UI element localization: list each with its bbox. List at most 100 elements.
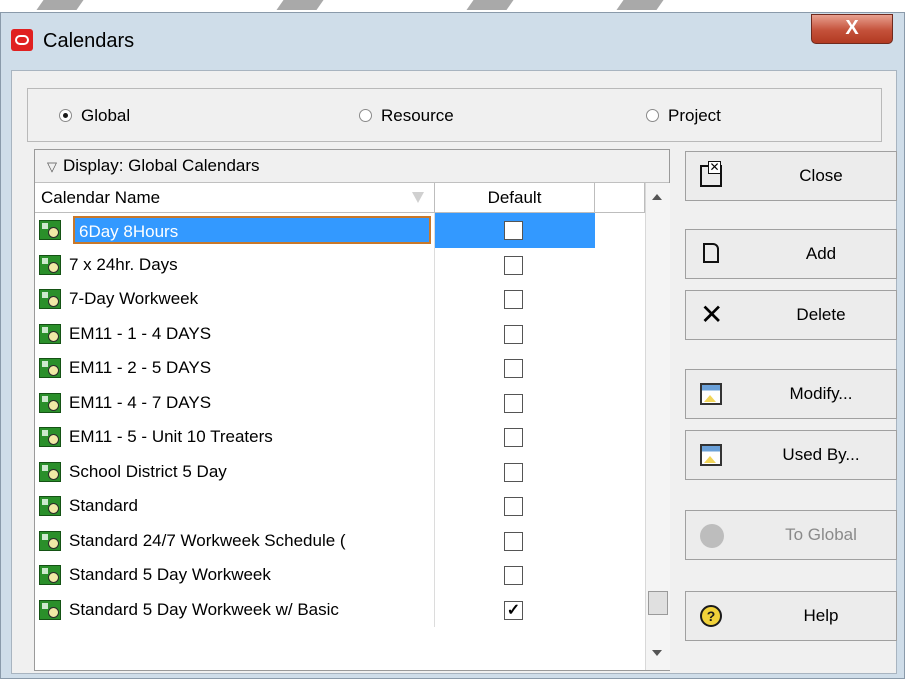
default-checkbox[interactable] xyxy=(504,359,523,378)
modify-button[interactable]: Modify... xyxy=(685,369,897,419)
calendar-edit-icon xyxy=(700,383,722,405)
table-row[interactable]: 7-Day Workweek xyxy=(35,282,645,317)
background-mark xyxy=(276,0,324,10)
calendar-icon xyxy=(39,565,61,585)
table-row[interactable]: EM11 - 1 - 4 DAYS xyxy=(35,316,645,351)
calendar-name-cell[interactable]: EM11 - 1 - 4 DAYS xyxy=(69,317,211,351)
calendar-icon xyxy=(39,427,61,447)
sort-filter-icon[interactable] xyxy=(412,192,424,203)
table-row[interactable]: Standard 24/7 Workweek Schedule ( xyxy=(35,523,645,558)
delete-button-label: Delete xyxy=(796,305,846,324)
calendar-name-cell[interactable]: Standard 5 Day Workweek xyxy=(69,558,271,592)
calendar-name-cell[interactable]: EM11 - 5 - Unit 10 Treaters xyxy=(69,420,273,454)
display-filter-label: Display: Global Calendars xyxy=(63,156,260,175)
close-button[interactable]: Close xyxy=(685,151,897,201)
default-checkbox[interactable] xyxy=(504,566,523,585)
calendar-name-cell[interactable]: EM11 - 2 - 5 DAYS xyxy=(69,351,211,385)
column-header-calendar-name[interactable]: Calendar Name xyxy=(35,183,435,213)
table-row[interactable]: Standard xyxy=(35,489,645,524)
default-checkbox-checked[interactable]: ✓ xyxy=(504,600,523,620)
default-checkbox[interactable] xyxy=(504,290,523,309)
column-header-name-label: Calendar Name xyxy=(41,188,161,207)
title-bar: Calendars X xyxy=(1,13,904,71)
table-row[interactable]: Standard 5 Day Workweek w/ Basic ✓ xyxy=(35,592,645,627)
calendar-icon xyxy=(39,289,61,309)
new-document-icon xyxy=(703,243,719,263)
default-checkbox[interactable] xyxy=(504,393,523,413)
calendar-icon xyxy=(39,392,61,413)
radio-global-label: Global xyxy=(81,106,131,125)
used-by-button[interactable]: Used By... xyxy=(685,430,897,480)
close-button-label: Close xyxy=(799,166,843,185)
background-mark xyxy=(36,0,84,10)
calendar-icon xyxy=(39,220,61,240)
radio-unselected-icon xyxy=(646,109,659,122)
table-row[interactable]: EM11 - 4 - 7 DAYS xyxy=(35,385,645,420)
radio-unselected-icon xyxy=(359,109,372,122)
modify-button-label: Modify... xyxy=(789,384,853,403)
help-question-icon: ? xyxy=(700,605,722,627)
calendar-name-cell[interactable]: Standard xyxy=(69,489,138,523)
default-checkbox[interactable] xyxy=(504,324,523,344)
chevron-down-icon[interactable]: ▽ xyxy=(47,151,57,183)
calendar-icon xyxy=(39,599,61,620)
table-row[interactable]: 6Day 8Hours xyxy=(35,213,645,248)
display-filter-bar[interactable]: ▽ Display: Global Calendars xyxy=(35,150,669,183)
to-global-button[interactable]: To Global xyxy=(685,510,897,560)
scroll-up-arrow-icon[interactable] xyxy=(652,194,662,200)
calendar-name-cell[interactable]: EM11 - 4 - 7 DAYS xyxy=(69,386,211,420)
add-button[interactable]: Add xyxy=(685,229,897,279)
table-row[interactable]: 7 x 24hr. Days xyxy=(35,247,645,282)
close-window-icon xyxy=(700,161,722,187)
radio-resource[interactable]: Resource xyxy=(359,106,454,126)
help-button[interactable]: ? Help xyxy=(685,591,897,641)
calendar-name-cell[interactable]: School District 5 Day xyxy=(69,455,227,489)
default-checkbox[interactable] xyxy=(504,221,523,240)
background-mark xyxy=(466,0,514,10)
scope-radio-group: Global Resource Project xyxy=(27,88,882,142)
radio-resource-label: Resource xyxy=(381,106,454,125)
vertical-scrollbar[interactable] xyxy=(645,183,670,670)
calendar-icon xyxy=(39,496,61,516)
radio-project[interactable]: Project xyxy=(646,106,721,126)
calendar-name-cell[interactable]: 7 x 24hr. Days xyxy=(69,248,178,282)
table-row[interactable]: EM11 - 5 - Unit 10 Treaters xyxy=(35,420,645,455)
column-header-default[interactable]: Default xyxy=(435,183,595,213)
scroll-down-arrow-icon[interactable] xyxy=(652,650,662,656)
oracle-app-icon xyxy=(11,29,33,51)
scroll-thumb[interactable] xyxy=(648,591,668,615)
default-checkbox[interactable] xyxy=(504,428,523,447)
calendar-usage-icon xyxy=(700,444,722,466)
column-header-filler xyxy=(595,183,645,213)
globe-icon xyxy=(700,524,724,548)
radio-project-label: Project xyxy=(668,106,721,125)
table-row[interactable]: Standard 5 Day Workweek xyxy=(35,558,645,593)
background-mark xyxy=(616,0,664,10)
add-button-label: Add xyxy=(805,244,837,263)
default-checkbox[interactable] xyxy=(504,255,523,275)
calendar-name-cell[interactable]: Standard 5 Day Workweek w/ Basic xyxy=(69,593,339,627)
window-close-button[interactable]: X xyxy=(811,14,893,44)
window-title: Calendars xyxy=(43,30,135,52)
table-row[interactable]: School District 5 Day xyxy=(35,454,645,489)
dialog-client-area: Global Resource Project ▽ Display: Global… xyxy=(11,70,897,674)
calendar-name-cell[interactable]: 6Day 8Hours xyxy=(73,216,431,244)
calendar-grid: ▽ Display: Global Calendars Calendar Name… xyxy=(34,149,670,671)
to-global-button-label: To Global xyxy=(785,525,857,544)
default-checkbox[interactable] xyxy=(504,531,523,551)
calendar-icon xyxy=(39,461,61,482)
radio-global[interactable]: Global xyxy=(59,106,130,126)
radio-selected-icon xyxy=(59,109,72,122)
delete-button[interactable]: ✕ Delete xyxy=(685,290,897,340)
default-checkbox[interactable] xyxy=(504,462,523,482)
delete-x-icon: ✕ xyxy=(700,299,724,330)
calendars-dialog: Calendars X Global Resource Project ▽ Dis… xyxy=(0,12,905,679)
calendar-icon xyxy=(39,530,61,551)
calendar-rows: 6Day 8Hours 7 x 24hr. Days 7-Day Workwee… xyxy=(35,213,645,627)
default-checkbox[interactable] xyxy=(504,497,523,516)
calendar-name-cell[interactable]: 7-Day Workweek xyxy=(69,282,198,316)
help-button-label: Help xyxy=(803,606,839,625)
calendar-icon xyxy=(39,323,61,344)
calendar-name-cell[interactable]: Standard 24/7 Workweek Schedule ( xyxy=(69,524,346,558)
table-row[interactable]: EM11 - 2 - 5 DAYS xyxy=(35,351,645,386)
